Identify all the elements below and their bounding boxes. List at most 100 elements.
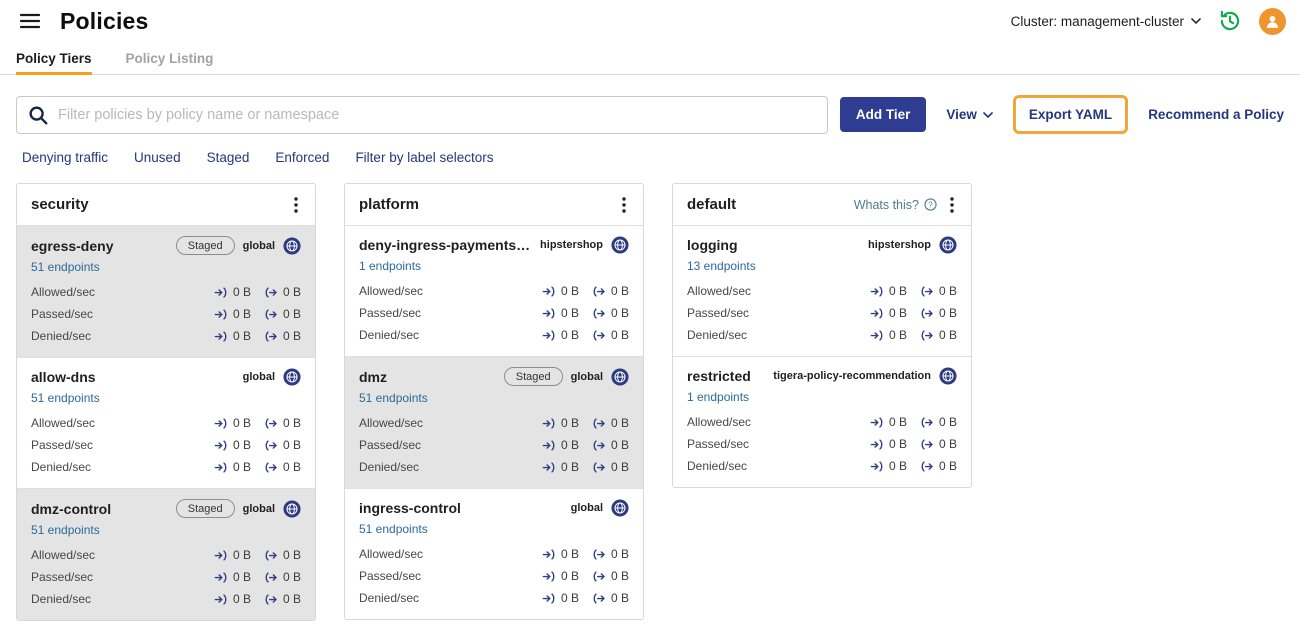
export-yaml-button[interactable]: Export YAML	[1012, 95, 1129, 134]
stat-out: 0 B	[264, 548, 301, 562]
endpoints-link[interactable]: 13 endpoints	[687, 259, 756, 273]
kebab-menu-icon	[294, 196, 298, 213]
ingress-bytes-icon	[214, 330, 228, 342]
stat-value: 0 B	[938, 284, 957, 298]
policy-scope-label: global	[570, 502, 603, 514]
egress-bytes-icon	[920, 307, 934, 319]
stat-label: Denied/sec	[31, 592, 92, 606]
stat-values: 0 B 0 B	[870, 328, 957, 342]
filter-link-staged[interactable]: Staged	[207, 150, 250, 165]
search-input[interactable]	[58, 106, 817, 123]
stat-value: 0 B	[610, 306, 629, 320]
toolbar: Add Tier View Export YAML Recommend a Po…	[0, 75, 1300, 142]
whats-this-link[interactable]: Whats this??	[854, 198, 937, 212]
policy-card[interactable]: dmz-control Staged global 51 endpoints Allow…	[17, 488, 315, 620]
staged-badge: Staged	[175, 236, 235, 255]
policy-card[interactable]: deny-ingress-paymentservi… hipstershop 1 e…	[345, 225, 643, 356]
history-button[interactable]	[1217, 8, 1243, 34]
menu-button[interactable]	[14, 5, 46, 37]
policy-stat-row: Denied/sec 0 B 0 B	[31, 325, 301, 347]
filter-link-filter-by-label-selectors[interactable]: Filter by label selectors	[355, 150, 493, 165]
stat-value: 0 B	[232, 307, 251, 321]
policy-card[interactable]: restricted tigera-policy-recommendation 1 …	[673, 356, 971, 487]
policy-card[interactable]: dmz Staged global 51 endpoints Allowed/sec 0 …	[345, 356, 643, 488]
endpoints-link[interactable]: 51 endpoints	[31, 523, 100, 537]
tier-menu-button[interactable]	[947, 195, 957, 215]
endpoints-link[interactable]: 1 endpoints	[359, 259, 421, 273]
stat-values: 0 B 0 B	[542, 438, 629, 452]
tab-policy-tiers[interactable]: Policy Tiers	[16, 42, 92, 75]
stat-in: 0 B	[214, 285, 251, 299]
ingress-bytes-icon	[542, 285, 556, 297]
stat-in: 0 B	[542, 569, 579, 583]
policy-stat-row: Allowed/sec 0 B 0 B	[359, 412, 629, 434]
stat-value: 0 B	[888, 328, 907, 342]
tab-bar: Policy Tiers Policy Listing	[0, 42, 1300, 75]
egress-bytes-icon	[592, 307, 606, 319]
stat-value: 0 B	[560, 416, 579, 430]
stat-in: 0 B	[214, 416, 251, 430]
policy-name: allow-dns	[31, 369, 96, 385]
policy-card[interactable]: allow-dns global 51 endpoints Allowed/sec 0 …	[17, 357, 315, 488]
stat-label: Passed/sec	[31, 570, 94, 584]
person-icon	[1264, 13, 1281, 30]
stat-values: 0 B 0 B	[870, 306, 957, 320]
filter-link-enforced[interactable]: Enforced	[275, 150, 329, 165]
tier-menu-button[interactable]	[619, 195, 629, 215]
user-avatar[interactable]	[1259, 7, 1286, 35]
stat-out: 0 B	[264, 460, 301, 474]
ingress-bytes-icon	[870, 460, 884, 472]
policy-title-row: restricted tigera-policy-recommendation	[687, 367, 957, 385]
stat-label: Denied/sec	[31, 460, 92, 474]
stat-in: 0 B	[542, 438, 579, 452]
endpoints-link[interactable]: 51 endpoints	[31, 260, 100, 274]
ingress-bytes-icon	[542, 329, 556, 341]
endpoints-link[interactable]: 51 endpoints	[359, 522, 428, 536]
stat-label: Passed/sec	[359, 438, 422, 452]
stat-value: 0 B	[610, 547, 629, 561]
stat-value: 0 B	[610, 284, 629, 298]
endpoints-link[interactable]: 51 endpoints	[31, 391, 100, 405]
stat-out: 0 B	[592, 569, 629, 583]
policy-card[interactable]: logging hipstershop 13 endpoints Allowed/se…	[673, 225, 971, 356]
stat-value: 0 B	[232, 570, 251, 584]
filter-link-unused[interactable]: Unused	[134, 150, 181, 165]
cluster-label: Cluster: management-cluster	[1010, 13, 1184, 29]
scope-globe-icon	[611, 236, 629, 254]
filter-link-denying-traffic[interactable]: Denying traffic	[22, 150, 108, 165]
stat-out: 0 B	[592, 306, 629, 320]
policy-stat-row: Denied/sec 0 B 0 B	[359, 324, 629, 346]
stat-value: 0 B	[232, 548, 251, 562]
stat-values: 0 B 0 B	[870, 437, 957, 451]
ingress-bytes-icon	[542, 417, 556, 429]
recommend-policy-link[interactable]: Recommend a Policy	[1148, 107, 1284, 122]
policy-title-row: dmz-control Staged global	[31, 499, 301, 518]
stat-in: 0 B	[542, 460, 579, 474]
policy-card[interactable]: egress-deny Staged global 51 endpoints Allow…	[17, 225, 315, 357]
policy-stat-row: Denied/sec 0 B 0 B	[687, 324, 957, 346]
stat-value: 0 B	[610, 416, 629, 430]
stat-out: 0 B	[264, 285, 301, 299]
app-header: Policies Cluster: management-cluster	[0, 0, 1300, 42]
egress-bytes-icon	[264, 417, 278, 429]
tab-policy-listing[interactable]: Policy Listing	[126, 42, 214, 74]
cluster-selector[interactable]: Cluster: management-cluster	[1011, 14, 1201, 29]
view-button[interactable]: View	[946, 107, 993, 122]
policy-name: restricted	[687, 368, 751, 384]
stat-label: Allowed/sec	[31, 416, 96, 430]
stat-in: 0 B	[870, 459, 907, 473]
policy-stat-row: Denied/sec 0 B 0 B	[687, 455, 957, 477]
tier-menu-button[interactable]	[291, 195, 301, 215]
endpoints-link[interactable]: 51 endpoints	[359, 391, 428, 405]
policy-name: egress-deny	[31, 237, 114, 254]
stat-values: 0 B 0 B	[870, 415, 957, 429]
stat-values: 0 B 0 B	[542, 416, 629, 430]
policy-card[interactable]: ingress-control global 51 endpoints Allowed…	[345, 488, 643, 619]
stat-out: 0 B	[264, 329, 301, 343]
add-tier-button[interactable]: Add Tier	[839, 97, 927, 132]
stat-out: 0 B	[264, 307, 301, 321]
stat-value: 0 B	[232, 460, 251, 474]
stat-value: 0 B	[888, 437, 907, 451]
endpoints-link[interactable]: 1 endpoints	[687, 390, 749, 404]
stat-values: 0 B 0 B	[214, 548, 301, 562]
